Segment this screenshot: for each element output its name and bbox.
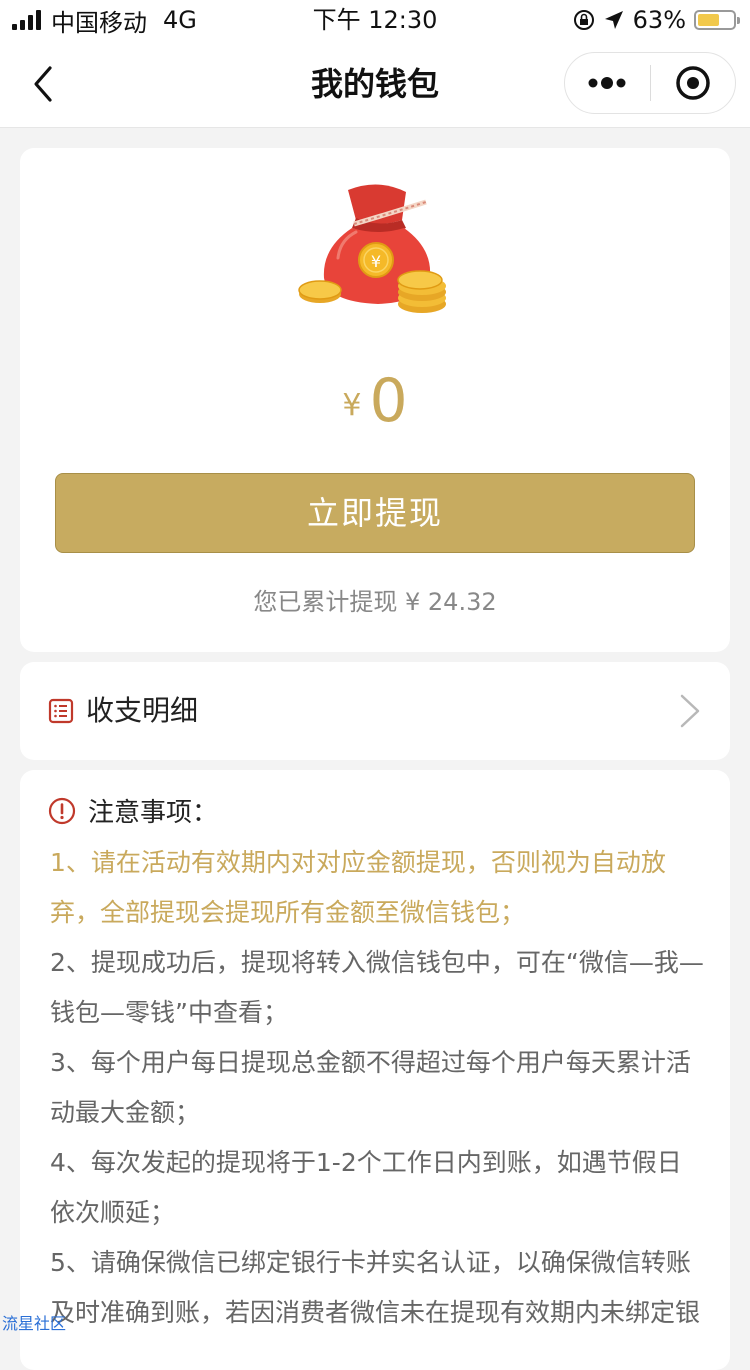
chevron-right-icon [680, 694, 700, 728]
notice-item: 1、请在活动有效期内对对应金额提现，否则视为自动放弃，全部提现会提现所有金额至微… [50, 848, 666, 927]
more-button[interactable] [565, 53, 650, 113]
notice-item: 5、请确保微信已绑定银行卡并实名认证，以确保微信转账及时准确到账，若因消费者微信… [50, 1248, 701, 1327]
balance-display: ¥0 [20, 366, 730, 436]
wallet-card: ¥ ¥0 立即提现 您已累计提现 ¥ 24.32 [20, 148, 730, 652]
transaction-details-label: 收支明细 [86, 694, 199, 727]
notice-item: 2、提现成功后，提现将转入微信钱包中，可在“微信—我—钱包—零钱”中查看； [50, 948, 704, 1027]
more-dots-icon [588, 77, 626, 89]
balance-amount: 0 [369, 366, 408, 436]
orientation-lock-icon [573, 10, 594, 30]
notice-card: 注意事项： 1、请在活动有效期内对对应金额提现，否则视为自动放弃，全部提现会提现… [20, 770, 730, 1370]
total-withdrawn-text: 您已累计提现 ¥ 24.32 [253, 588, 497, 616]
notice-list: 1、请在活动有效期内对对应金额提现，否则视为自动放弃，全部提现会提现所有金额至微… [50, 838, 705, 1338]
money-bag-icon: ¥ [298, 184, 446, 313]
svg-text:¥: ¥ [371, 252, 381, 271]
notice-header: 注意事项： [48, 792, 218, 829]
battery-fill [698, 14, 720, 26]
close-miniprogram-button[interactable] [651, 53, 736, 113]
watermark-text: 流星社区 [2, 1314, 67, 1333]
nav-bar: 我的钱包 [0, 40, 750, 128]
currency-symbol: ¥ [342, 388, 362, 423]
notice-item: 4、每次发起的提现将于1-2个工作日内到账，如遇节假日依次顺延； [50, 1148, 682, 1227]
notice-item: 3、每个用户每日提现总金额不得超过每个用户每天累计活动最大金额； [50, 1048, 691, 1127]
transaction-details-row[interactable]: 收支明细 [20, 662, 730, 760]
warning-circle-icon [48, 797, 76, 824]
location-arrow-icon [604, 11, 623, 29]
battery-icon [694, 10, 740, 30]
mini-program-capsule [564, 52, 736, 114]
battery-percent: 63% [632, 6, 686, 34]
list-icon [48, 698, 74, 724]
target-circle-icon [676, 66, 710, 100]
notice-title: 注意事项： [88, 798, 219, 828]
withdraw-button[interactable]: 立即提现 [55, 473, 695, 553]
status-bar: 中国移动 4G 下午 12:30 63% [0, 0, 750, 40]
